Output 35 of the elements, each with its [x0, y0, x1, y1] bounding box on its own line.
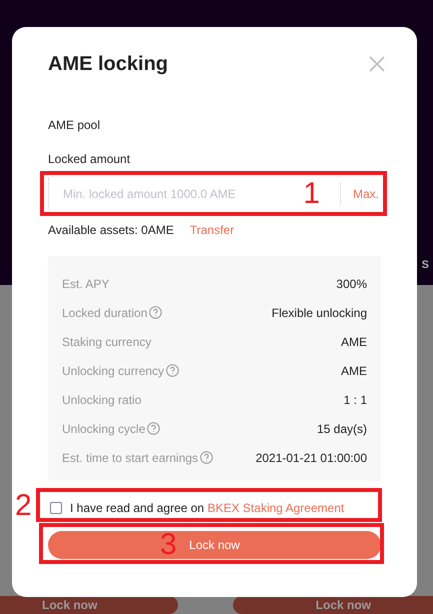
help-icon[interactable]: [149, 306, 162, 319]
agreement-checkbox[interactable]: [50, 502, 62, 514]
detail-label: Unlocking cycle: [62, 422, 146, 436]
detail-value: 15 day(s): [316, 422, 367, 436]
help-icon[interactable]: [147, 422, 160, 435]
lock-button[interactable]: Lock now: [0, 596, 178, 614]
pool-label: AME pool: [48, 118, 102, 132]
help-icon[interactable]: [166, 364, 180, 377]
modal-title: AME locking: [48, 52, 168, 76]
transfer-link[interactable]: Transfer: [190, 223, 234, 237]
lock-button[interactable]: Lock now: [233, 596, 433, 614]
agreement-link[interactable]: BKEX Staking Agreement: [207, 501, 344, 515]
detail-label: Est. time to start earnings: [62, 450, 198, 464]
available-assets-text: Available assets: 0AME: [48, 223, 174, 237]
detail-label: Unlocking currency: [62, 364, 164, 378]
detail-value: 300%: [336, 276, 367, 290]
amount-input-field[interactable]: Min. locked amount 1000.0 AME 1 Max.: [48, 178, 381, 210]
detail-value: AME: [340, 334, 367, 348]
annotation-number: 1: [303, 179, 320, 209]
background-text: S: [422, 258, 429, 273]
detail-value: AME: [340, 364, 367, 378]
detail-value: 1 : 1: [344, 392, 367, 406]
detail-label: Unlocking ratio: [62, 392, 142, 406]
help-icon[interactable]: [200, 451, 214, 464]
agreement-text: I have read and agree on BKEX Staking Agreement: [70, 501, 344, 515]
detail-value: 2021-01-21 01:00:00: [256, 450, 367, 464]
annotation-number: 3: [160, 530, 177, 560]
field-label: Locked amount: [48, 152, 132, 166]
detail-label: Staking currency: [62, 334, 152, 348]
close-icon[interactable]: [369, 56, 385, 72]
annotation-number: 2: [15, 491, 32, 521]
detail-label: Locked duration: [62, 306, 148, 320]
detail-label: Est. APY: [62, 276, 110, 290]
detail-value: Flexible unlocking: [272, 306, 367, 320]
max-button[interactable]: Max.: [340, 183, 381, 205]
